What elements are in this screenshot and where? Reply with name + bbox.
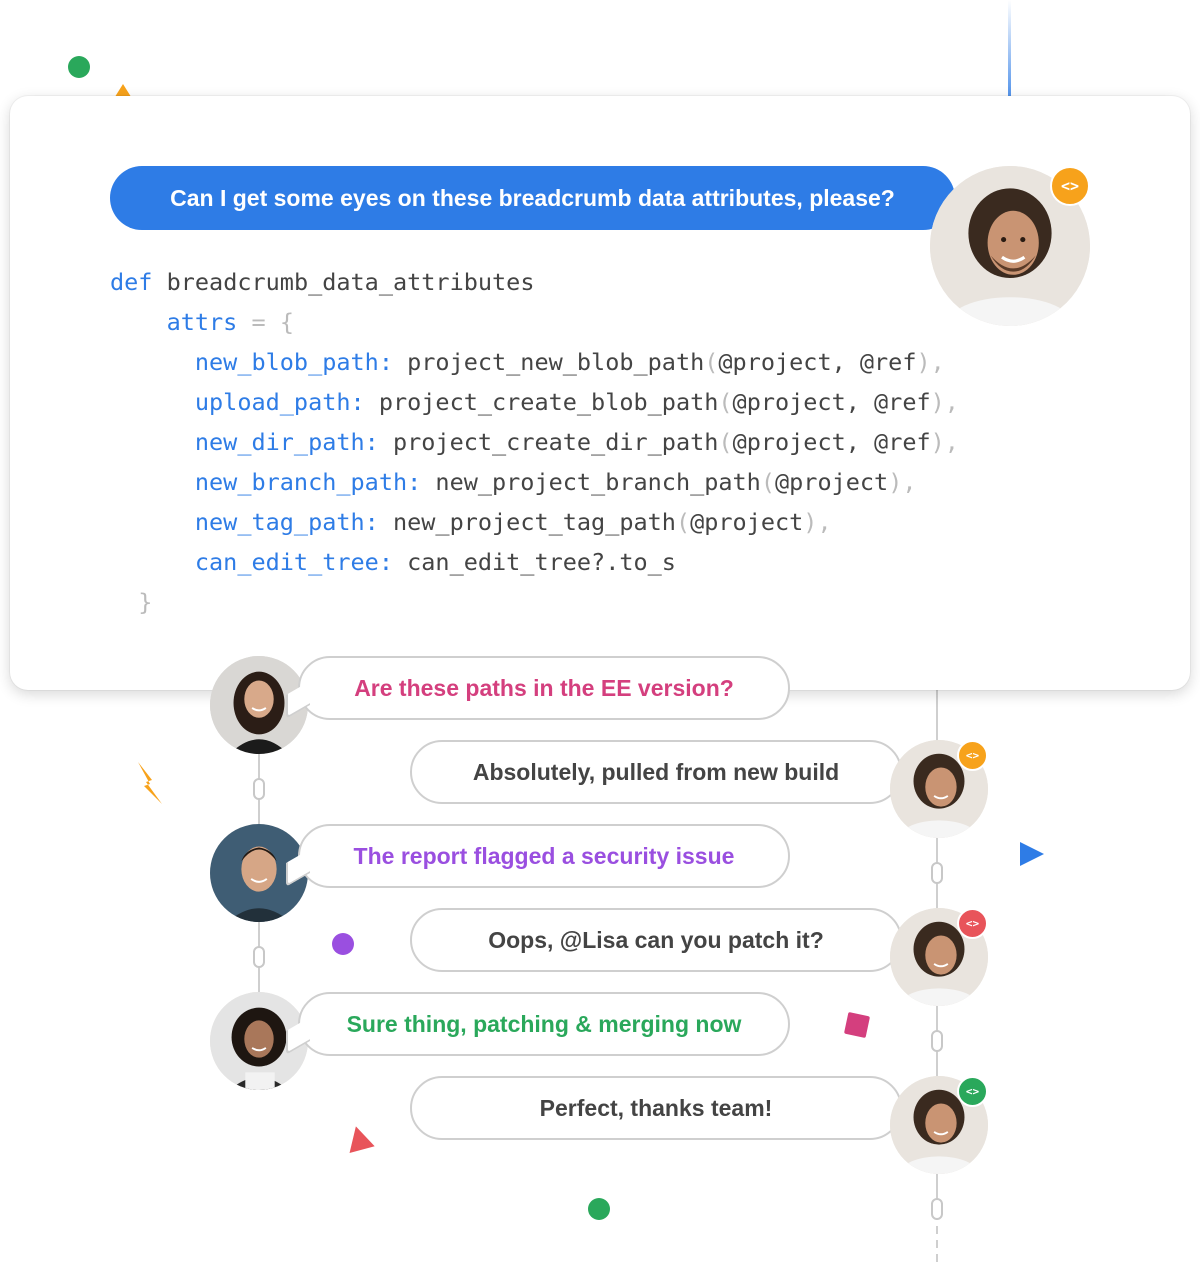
review-request-bubble: Can I get some eyes on these breadcrumb … — [110, 166, 969, 230]
code-snippet: def breadcrumb_data_attributes attrs = {… — [110, 268, 959, 616]
right-timeline-link — [931, 1030, 943, 1052]
code-brackets-icon: <> — [965, 749, 980, 762]
code-method-name: breadcrumb_data_attributes — [166, 268, 535, 296]
chat-bubble-4: Oops, @Lisa can you patch it? — [410, 908, 902, 972]
left-timeline-link — [253, 778, 265, 800]
red-triangle-decoration — [343, 1123, 375, 1153]
chat-message-text: Oops, @Lisa can you patch it? — [488, 926, 824, 953]
code-var: attrs — [166, 308, 238, 336]
chat-bubble-5: Sure thing, patching & merging now — [298, 992, 790, 1056]
code-brackets-icon: <> — [965, 917, 980, 930]
code-badge-red: <> — [957, 908, 988, 939]
green-dot-decoration — [588, 1198, 610, 1220]
green-dot-decoration — [68, 56, 90, 78]
right-timeline-link — [931, 862, 943, 884]
code-badge-main: <> — [1050, 166, 1090, 206]
right-timeline-dashed — [936, 1212, 938, 1268]
code-badge-orange: <> — [957, 740, 988, 771]
chat-bubble-6: Perfect, thanks team! — [410, 1076, 902, 1140]
lightning-icon — [138, 762, 162, 804]
code-keyword: def — [110, 268, 153, 296]
chat-bubble-2: Absolutely, pulled from new build — [410, 740, 902, 804]
code-badge-green: <> — [957, 1076, 988, 1107]
chat-message-text: Are these paths in the EE version? — [354, 674, 734, 701]
chat-message-text: The report flagged a security issue — [353, 842, 735, 869]
pink-square-decoration — [843, 1011, 871, 1039]
chat-bubble-3: The report flagged a security issue — [298, 824, 790, 888]
purple-dot-decoration — [332, 933, 354, 955]
chat-message-text: Perfect, thanks team! — [539, 1094, 773, 1121]
code-brackets-icon: <> — [1060, 177, 1080, 195]
chat-message-text: Absolutely, pulled from new build — [472, 758, 840, 785]
chat-message-text: Sure thing, patching & merging now — [346, 1010, 742, 1037]
blue-triangle-decoration — [1020, 842, 1044, 866]
code-brackets-icon: <> — [965, 1085, 980, 1098]
chat-bubble-1: Are these paths in the EE version? — [298, 656, 790, 720]
left-timeline-link — [253, 946, 265, 968]
review-request-text: Can I get some eyes on these breadcrumb … — [170, 184, 895, 211]
right-timeline-link — [931, 1198, 943, 1220]
